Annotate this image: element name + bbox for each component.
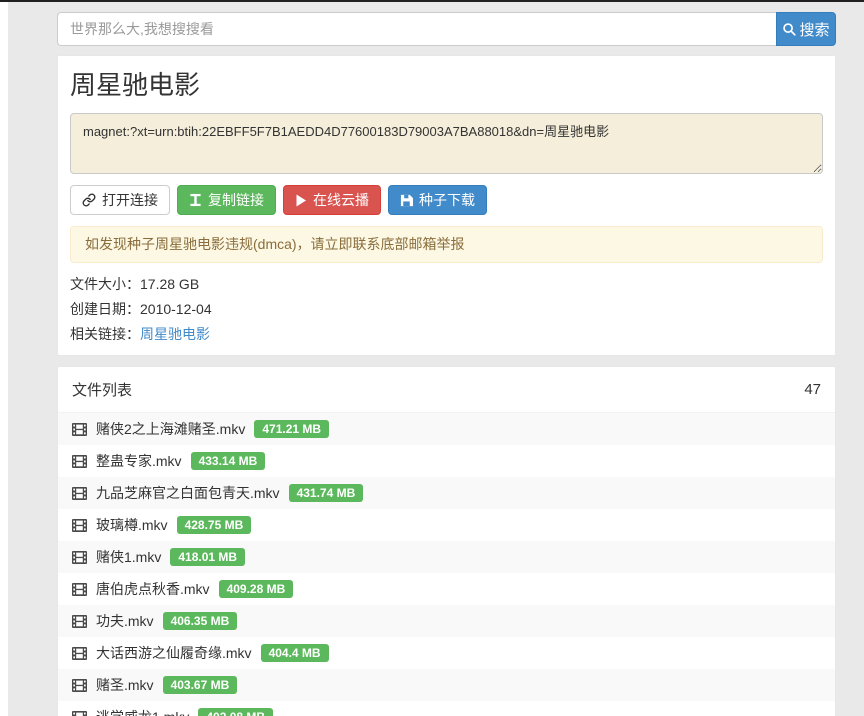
- file-size-line: 文件大小：17.28 GB: [70, 272, 823, 297]
- file-list: 赌侠2之上海滩赌圣.mkv 471.21 MB 整蛊专家.mkv 433.14 …: [58, 413, 835, 716]
- page-title: 周星驰电影: [70, 69, 823, 101]
- file-size-badge: 431.74 MB: [289, 484, 364, 502]
- link-icon: [82, 193, 96, 207]
- file-size-badge: 404.4 MB: [261, 644, 329, 662]
- file-row: 赌圣.mkv 403.67 MB: [58, 669, 835, 701]
- file-row: 功夫.mkv 406.35 MB: [58, 605, 835, 637]
- file-row: 玻璃樽.mkv 428.75 MB: [58, 509, 835, 541]
- file-size-badge: 403.67 MB: [163, 676, 238, 694]
- file-name: 赌侠1.mkv: [96, 547, 161, 567]
- window-top-border: [0, 0, 864, 2]
- floppy-save-icon: [400, 194, 413, 207]
- film-icon: [72, 551, 87, 564]
- search-bar: 搜索: [57, 12, 836, 46]
- dmca-warning: 如发现种子周星驰电影违规(dmca)，请立即联系底部邮箱举报: [70, 226, 823, 263]
- file-name: 整蛊专家.mkv: [96, 451, 182, 471]
- file-size-value: 17.28 GB: [140, 276, 199, 292]
- play-icon: [295, 194, 307, 207]
- create-date-label: 创建日期：: [70, 301, 140, 317]
- search-button-label: 搜索: [799, 19, 829, 40]
- film-icon: [72, 487, 87, 500]
- file-count: 47: [804, 381, 821, 398]
- file-size-badge: 433.14 MB: [191, 452, 266, 470]
- file-size-badge: 471.21 MB: [254, 420, 329, 438]
- cloud-play-button[interactable]: 在线云播: [283, 185, 381, 215]
- torrent-detail-card: 周星驰电影 magnet:?xt=urn:btih:22EBFF5F7B1AED…: [57, 55, 836, 356]
- file-size-badge: 402.08 MB: [198, 708, 273, 716]
- film-icon: [72, 615, 87, 628]
- file-list-title: 文件列表: [72, 379, 132, 400]
- file-size-label: 文件大小：: [70, 276, 140, 292]
- file-row: 大话西游之仙履奇缘.mkv 404.4 MB: [58, 637, 835, 669]
- action-buttons: 打开连接 复制链接 在线云播 种子下载: [70, 185, 823, 215]
- search-icon: [782, 22, 797, 37]
- file-name: 玻璃樽.mkv: [96, 515, 168, 535]
- create-date-value: 2010-12-04: [140, 301, 212, 317]
- file-name: 唐伯虎点秋香.mkv: [96, 579, 210, 599]
- film-icon: [72, 647, 87, 660]
- search-input[interactable]: [57, 12, 776, 46]
- file-size-badge: 428.75 MB: [177, 516, 252, 534]
- magnet-link-textarea[interactable]: magnet:?xt=urn:btih:22EBFF5F7B1AEDD4D776…: [70, 113, 823, 174]
- file-name: 大话西游之仙履奇缘.mkv: [96, 643, 252, 663]
- film-icon: [72, 519, 87, 532]
- search-button[interactable]: 搜索: [776, 12, 836, 46]
- file-name: 赌圣.mkv: [96, 675, 154, 695]
- related-link[interactable]: 周星驰电影: [140, 326, 210, 342]
- file-row: 整蛊专家.mkv 433.14 MB: [58, 445, 835, 477]
- file-row: 赌侠2之上海滩赌圣.mkv 471.21 MB: [58, 413, 835, 445]
- open-link-label: 打开连接: [102, 190, 158, 210]
- file-row: 九品芝麻官之白面包青天.mkv 431.74 MB: [58, 477, 835, 509]
- copy-link-label: 复制链接: [208, 190, 264, 210]
- file-size-badge: 406.35 MB: [163, 612, 238, 630]
- file-name: 功夫.mkv: [96, 611, 154, 631]
- file-list-header: 文件列表 47: [58, 367, 835, 413]
- file-name: 九品芝麻官之白面包青天.mkv: [96, 483, 280, 503]
- torrent-download-label: 种子下载: [419, 190, 475, 210]
- film-icon: [72, 455, 87, 468]
- related-link-label: 相关链接：: [70, 326, 140, 342]
- related-link-line: 相关链接：周星驰电影: [70, 322, 823, 347]
- file-name: 逃学威龙1.mkv: [96, 707, 189, 716]
- page: 搜索 周星驰电影 magnet:?xt=urn:btih:22EBFF5F7B1…: [57, 0, 836, 716]
- copy-link-button[interactable]: 复制链接: [177, 185, 276, 215]
- file-row: 逃学威龙1.mkv 402.08 MB: [58, 701, 835, 716]
- cloud-play-label: 在线云播: [313, 190, 369, 210]
- create-date-line: 创建日期：2010-12-04: [70, 297, 823, 322]
- file-size-badge: 409.28 MB: [219, 580, 294, 598]
- torrent-download-button[interactable]: 种子下载: [388, 185, 487, 215]
- left-margin-strip: [0, 2, 8, 716]
- file-row: 赌侠1.mkv 418.01 MB: [58, 541, 835, 573]
- film-icon: [72, 711, 87, 716]
- torrent-meta: 文件大小：17.28 GB 创建日期：2010-12-04 相关链接：周星驰电影: [70, 272, 823, 347]
- film-icon: [72, 679, 87, 692]
- open-link-button[interactable]: 打开连接: [70, 185, 170, 215]
- file-row: 唐伯虎点秋香.mkv 409.28 MB: [58, 573, 835, 605]
- file-name: 赌侠2之上海滩赌圣.mkv: [96, 419, 245, 439]
- text-cursor-icon: [189, 193, 202, 207]
- file-size-badge: 418.01 MB: [170, 548, 245, 566]
- film-icon: [72, 583, 87, 596]
- file-list-card: 文件列表 47 赌侠2之上海滩赌圣.mkv 471.21 MB 整蛊专家.mkv…: [57, 366, 836, 716]
- film-icon: [72, 423, 87, 436]
